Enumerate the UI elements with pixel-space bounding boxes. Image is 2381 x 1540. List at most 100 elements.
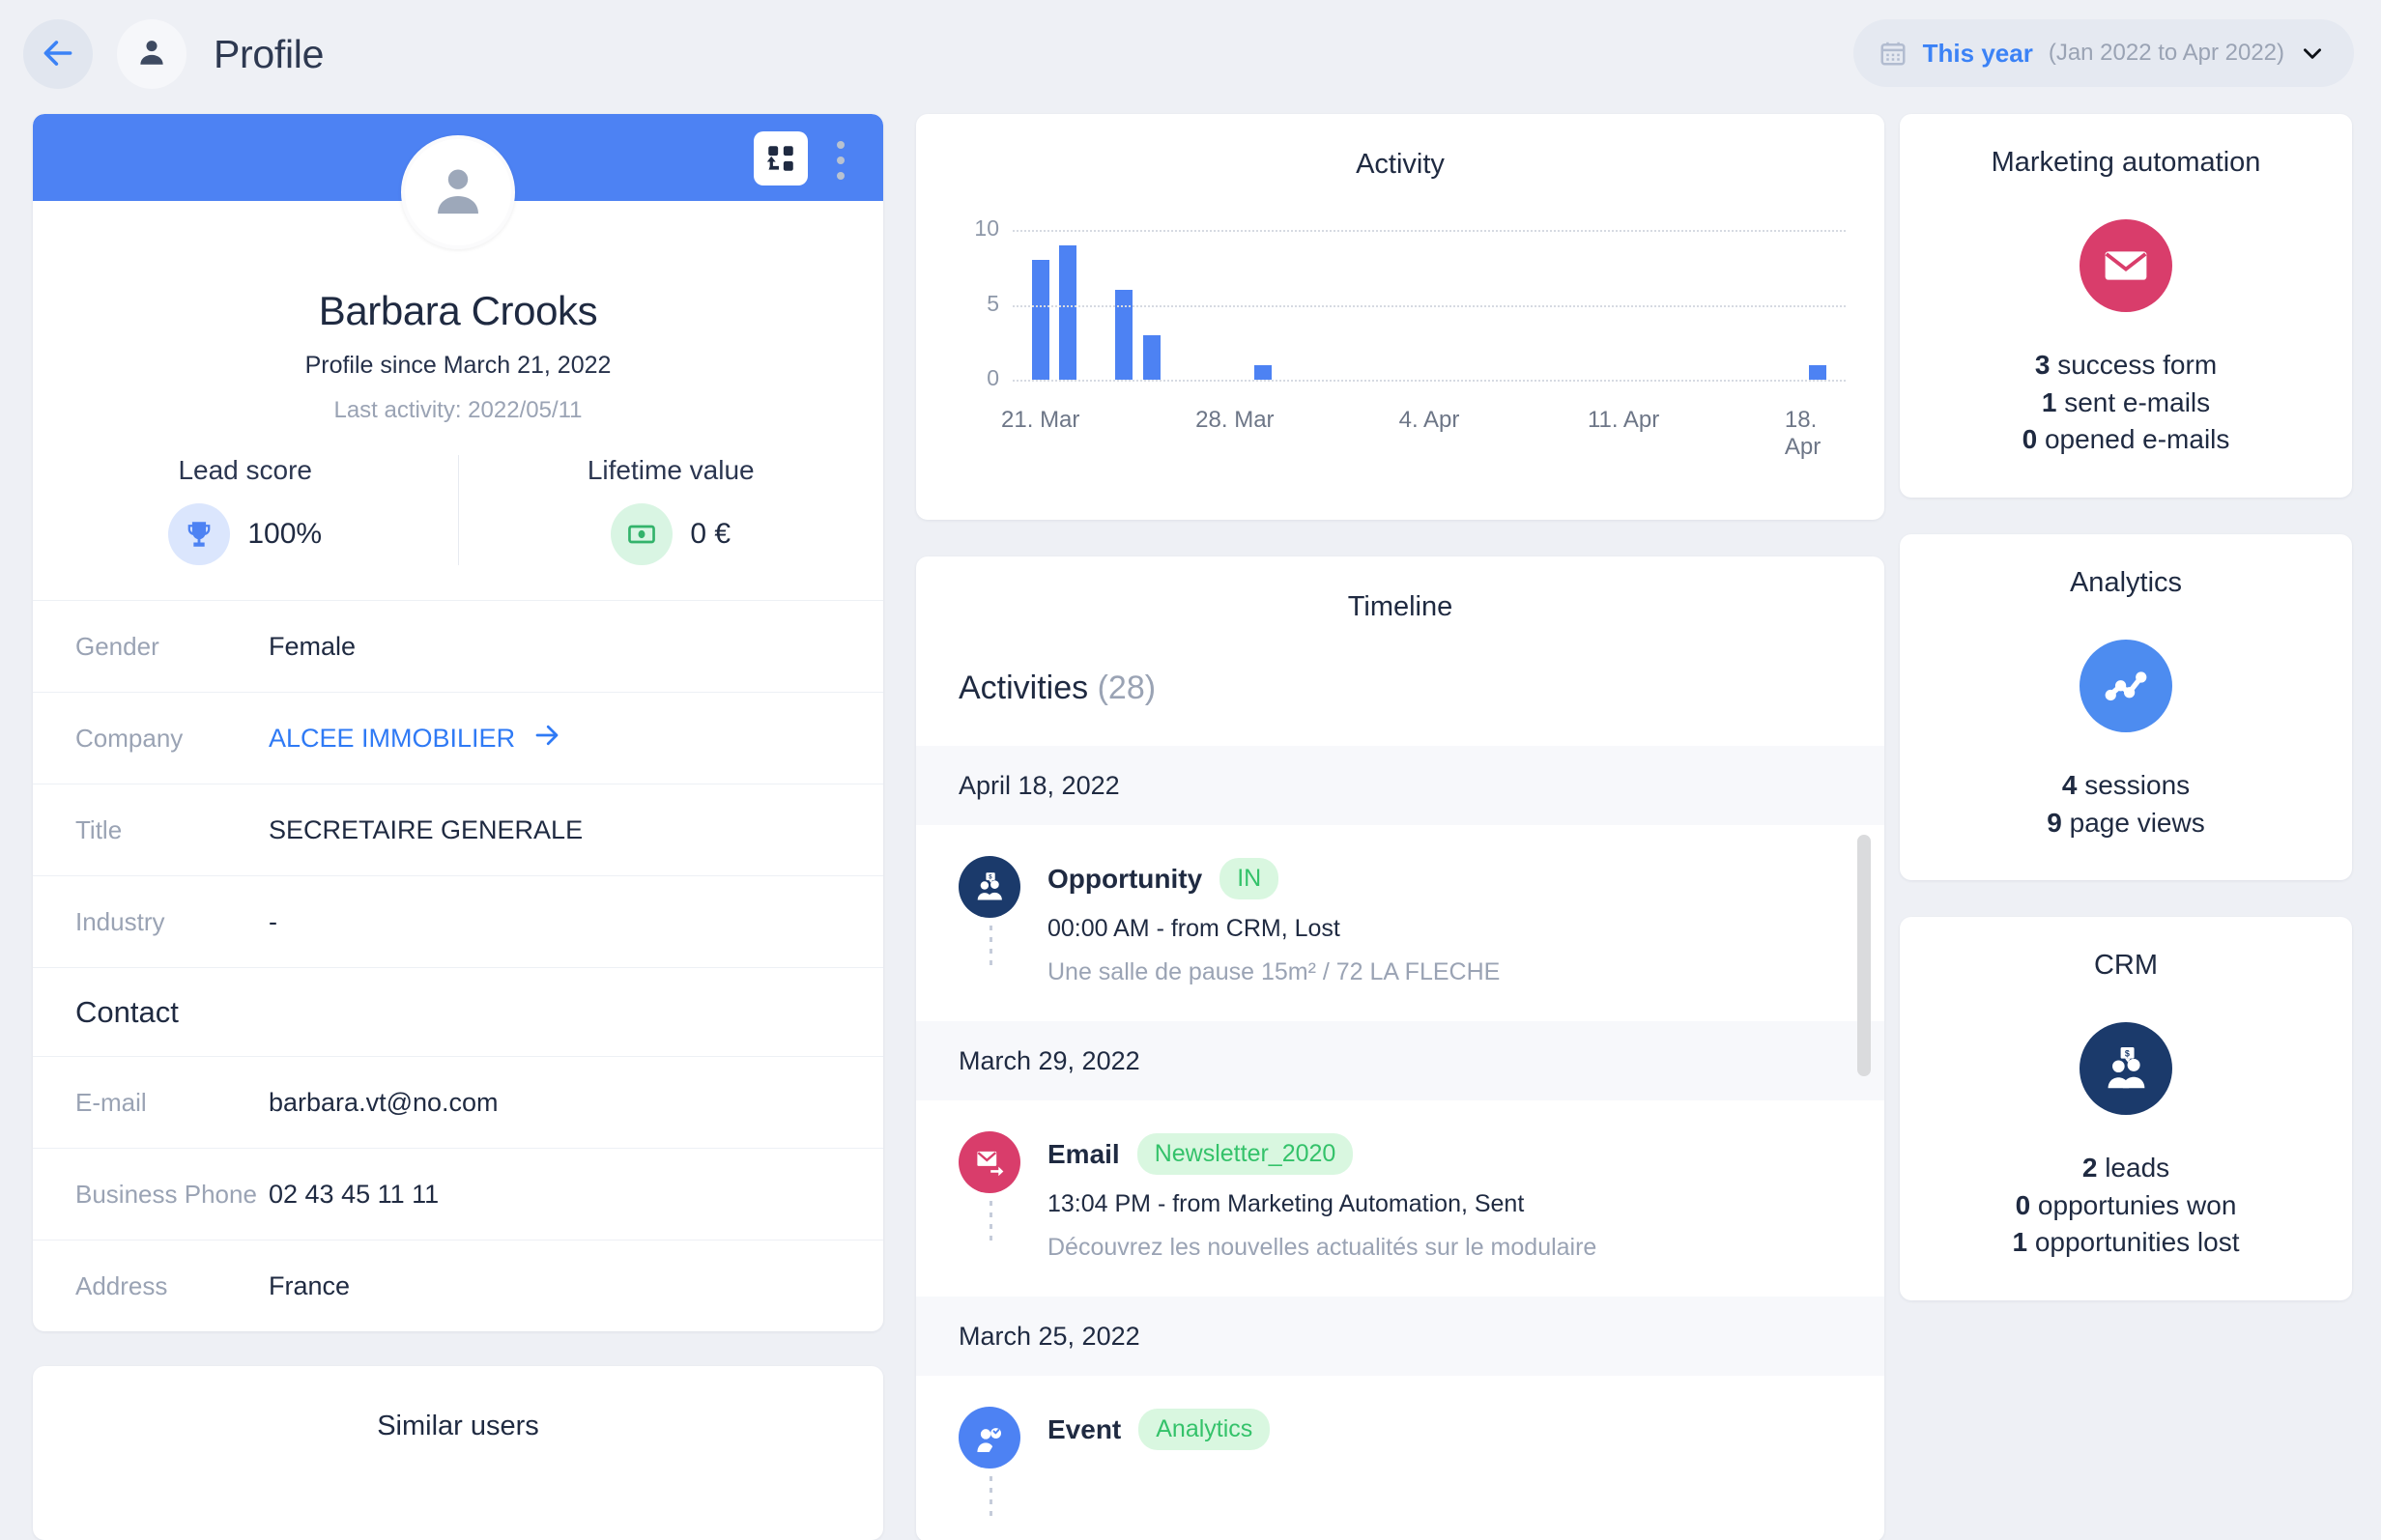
field-label: Gender: [75, 632, 269, 662]
page-title: Profile: [214, 32, 324, 77]
timeline-item-description: Une salle de pause 15m² / 72 LA FLECHE: [1047, 958, 1500, 986]
timeline-card: Timeline Activities (28) April 18, 2022$…: [916, 556, 1884, 1540]
kpi-stat-label: opportunies won: [2030, 1190, 2236, 1220]
timeline-item-body: OpportunityIN00:00 AM - from CRM, LostUn…: [1047, 856, 1500, 986]
chart-x-tick: 21. Mar: [1001, 407, 1079, 434]
avatar: [401, 135, 515, 249]
chart-bar[interactable]: [1059, 245, 1076, 381]
chart-y-tick: 0: [949, 365, 999, 391]
avatar-placeholder-icon: [425, 157, 491, 228]
date-range-picker[interactable]: This year (Jan 2022 to Apr 2022): [1853, 19, 2354, 87]
timeline-item-description: Découvrez les nouvelles actualités sur l…: [1047, 1234, 1596, 1262]
timeline-connector: [990, 1201, 992, 1243]
kpi-stat-line: 0 opened e-mails: [1900, 421, 2352, 459]
stat-label: Lifetime value: [459, 455, 884, 486]
timeline-item[interactable]: EventAnalytics: [916, 1376, 1884, 1503]
kpi-stat-line: 9 page views: [1900, 805, 2352, 842]
date-range-sublabel: (Jan 2022 to Apr 2022): [2049, 40, 2284, 67]
field-label: Title: [75, 815, 269, 845]
trophy-icon: [168, 503, 230, 565]
left-column: Barbara Crooks Profile since March 21, 2…: [33, 114, 883, 1540]
timeline-item-type: Opportunity: [1047, 864, 1202, 895]
field-value: France: [269, 1271, 350, 1301]
chart-y-tick: 5: [949, 291, 999, 317]
timeline-date-header: April 18, 2022: [916, 746, 1884, 825]
kpi-stat-number: 2: [2082, 1153, 2098, 1183]
chart-bar[interactable]: [1809, 365, 1826, 381]
kpi-card: Analytics4 sessions9 page views: [1900, 534, 2352, 880]
chart-gridline: [1013, 305, 1846, 307]
timeline-list: April 18, 2022$OpportunityIN00:00 AM - f…: [916, 746, 1884, 1503]
kpi-card-title: CRM: [1900, 950, 2352, 982]
kpi-stat-label: leads: [2097, 1153, 2169, 1183]
kpi-stat-number: 0: [2016, 1190, 2031, 1220]
profile-stats: Lead score 100% Lifetime value: [33, 455, 883, 600]
timeline-item-type: Email: [1047, 1139, 1120, 1170]
timeline-connector: [990, 1476, 992, 1519]
field-value: SECRETAIRE GENERALE: [269, 815, 583, 845]
chevron-down-icon[interactable]: [2300, 41, 2325, 66]
kpi-card: Marketing automation3 success form1 sent…: [1900, 114, 2352, 498]
crm-deal-icon: $: [959, 856, 1020, 918]
kpi-card-title: Analytics: [1900, 567, 2352, 599]
qr-share-icon[interactable]: [754, 131, 808, 185]
timeline-item-tag: Newsletter_2020: [1137, 1133, 1354, 1175]
chart-gridline: [1013, 230, 1846, 232]
more-vertical-icon[interactable]: [829, 137, 852, 184]
chart-bar[interactable]: [1032, 260, 1049, 380]
scrollbar-thumb[interactable]: [1857, 835, 1871, 1076]
kpi-stat-line: 3 success form: [1900, 347, 2352, 385]
stat-value: 100%: [247, 518, 322, 551]
kpi-stat-label: sessions: [2077, 770, 2190, 800]
kpi-card-title: Marketing automation: [1900, 147, 2352, 179]
email-sent-icon: [959, 1131, 1020, 1193]
stat-lead-score: Lead score 100%: [33, 455, 458, 565]
timeline-item-type: Event: [1047, 1414, 1121, 1445]
timeline-item-tag: IN: [1219, 858, 1278, 899]
kpi-stat-number: 1: [2012, 1227, 2027, 1257]
stat-lifetime-value: Lifetime value 0 €: [458, 455, 884, 565]
timeline-scrollbar[interactable]: [1857, 835, 1871, 1339]
chart-bar[interactable]: [1254, 365, 1272, 381]
timeline-item[interactable]: $OpportunityIN00:00 AM - from CRM, LostU…: [916, 825, 1884, 1021]
timeline-item-meta: 13:04 PM - from Marketing Automation, Se…: [1047, 1190, 1596, 1218]
activities-count: (28): [1098, 670, 1156, 706]
field-row: Title SECRETAIRE GENERALE: [33, 784, 883, 875]
kpi-stat-number: 1: [2042, 387, 2057, 417]
kpi-stat-number: 9: [2047, 808, 2062, 838]
chart-bar[interactable]: [1115, 290, 1133, 380]
stat-label: Lead score: [33, 455, 458, 486]
analytics-nodes-icon: [2080, 640, 2172, 732]
kpi-stat-label: success form: [2050, 350, 2217, 380]
timeline-item-body: Email Newsletter_2020 13:04 PM - from Mark…: [1047, 1131, 1596, 1262]
field-label: E-mail: [75, 1088, 269, 1118]
arrow-left-icon: [40, 35, 76, 74]
back-button[interactable]: [23, 19, 93, 89]
company-link[interactable]: ALCEE IMMOBILIER: [269, 721, 561, 756]
field-row: E-mail barbara.vt@no.com: [33, 1056, 883, 1148]
timeline-item[interactable]: Email Newsletter_2020 13:04 PM - from Mark…: [916, 1100, 1884, 1297]
profile-name: Barbara Crooks: [33, 288, 883, 334]
chart-x-tick: 28. Mar: [1195, 407, 1274, 434]
envelope-icon: [2080, 219, 2172, 312]
field-row: Address France: [33, 1240, 883, 1331]
chart-x-tick: 18. Apr: [1785, 407, 1851, 461]
field-label: Company: [75, 724, 269, 754]
crm-deal-icon: $: [2080, 1022, 2172, 1115]
field-value: barbara.vt@no.com: [269, 1088, 499, 1118]
timeline-item-body: EventAnalytics: [1047, 1407, 1270, 1469]
svg-text:$: $: [2125, 1049, 2130, 1059]
activity-bar-chart: 051021. Mar28. Mar4. Apr11. Apr18. Apr: [916, 203, 1884, 493]
similar-users-card: Similar users: [33, 1366, 883, 1540]
profile-last-activity: Last activity: 2022/05/11: [33, 397, 883, 424]
profile-since: Profile since March 21, 2022: [33, 352, 883, 380]
kpi-card: CRM$2 leads0 opportunies won1 opportunit…: [1900, 917, 2352, 1300]
kpi-stat-line: 0 opportunies won: [1900, 1187, 2352, 1225]
kpi-stat-line: 2 leads: [1900, 1150, 2352, 1187]
chart-bar[interactable]: [1143, 335, 1161, 381]
timeline-connector: [990, 926, 992, 968]
kpi-stat-number: 0: [2022, 424, 2038, 454]
field-row: Industry -: [33, 875, 883, 967]
field-row: Gender Female: [33, 600, 883, 692]
chart-x-tick: 4. Apr: [1399, 407, 1460, 434]
